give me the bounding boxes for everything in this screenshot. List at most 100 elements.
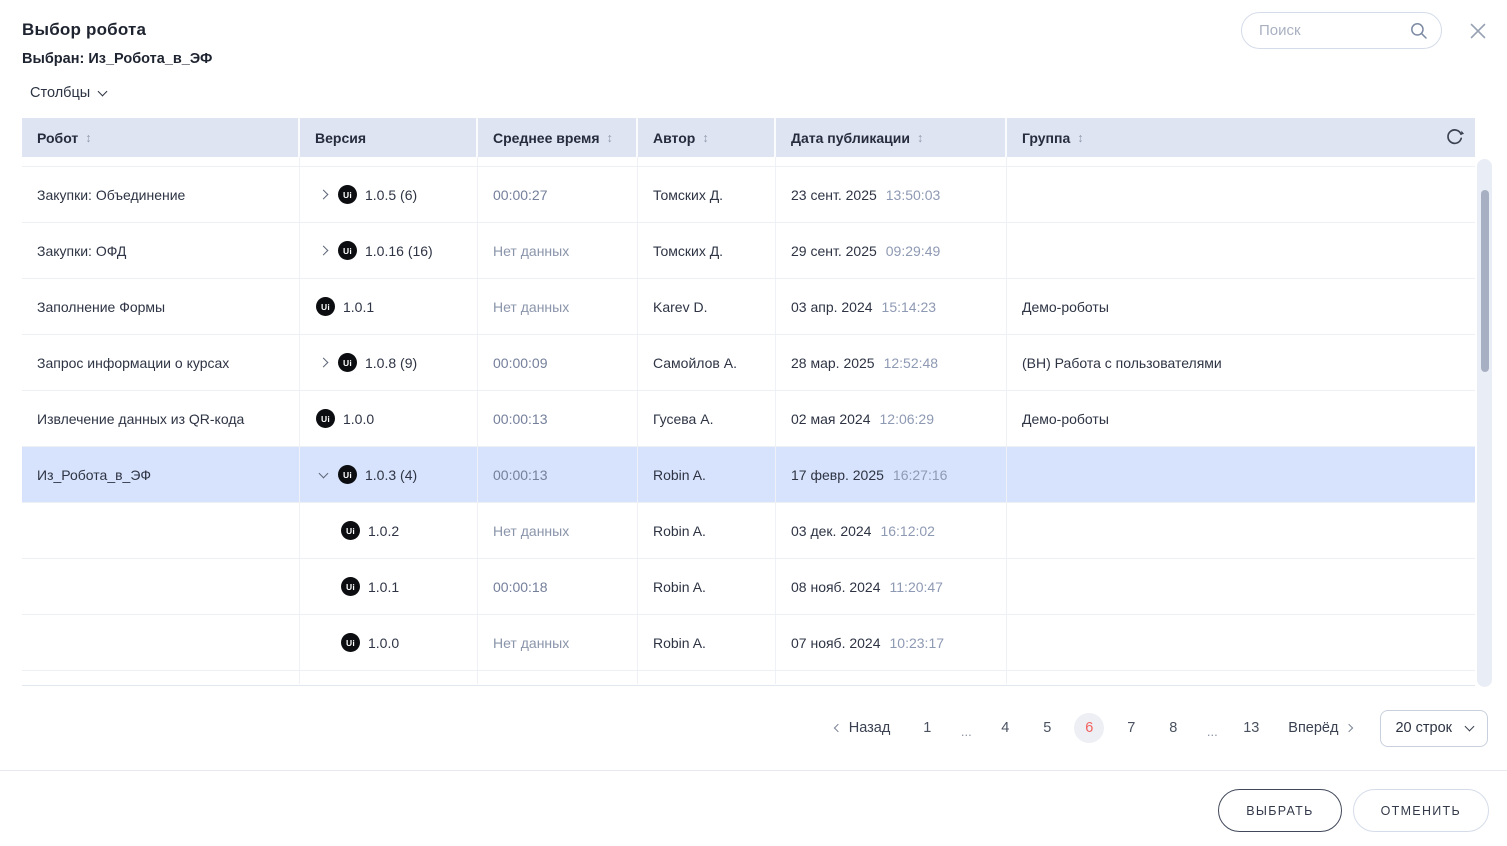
table-row-partial: [22, 671, 1475, 684]
robot-name-cell: Запрос информации о курсах: [22, 335, 300, 390]
columns-dropdown-button[interactable]: Столбцы: [30, 85, 106, 101]
group-cell: [1007, 167, 1475, 222]
sort-icon[interactable]: ↕: [917, 131, 923, 145]
search-field[interactable]: [1241, 12, 1442, 49]
publish-date-cell: 02 мая 2024 12:06:29: [776, 391, 1007, 446]
cancel-button[interactable]: ОТМЕНИТЬ: [1353, 789, 1489, 832]
page-button-5[interactable]: 5: [1032, 713, 1062, 743]
expand-chevron-icon[interactable]: [316, 473, 330, 477]
footer-divider: [0, 770, 1507, 771]
column-header-group[interactable]: Группа↕: [1007, 118, 1475, 157]
avg-time-value: 00:00:27: [493, 187, 548, 203]
close-dialog-button[interactable]: [1464, 17, 1492, 45]
group-cell: [1007, 447, 1475, 502]
group-value: Демо-роботы: [1022, 411, 1109, 427]
author-cell: Robin A.: [638, 559, 776, 614]
table-row[interactable]: Закупки: Объединение Ui 1.0.5 (6) 00:00:…: [22, 167, 1475, 223]
author-value: Robin A.: [653, 467, 706, 483]
author-value: Самойлов А.: [653, 355, 737, 371]
publish-time-value: 15:14:23: [882, 299, 937, 315]
selected-robot-label: Выбран: Из_Робота_в_ЭФ: [22, 51, 212, 67]
robot-name-cell: Закупки: ОФД: [22, 223, 300, 278]
author-cell: Томских Д.: [638, 223, 776, 278]
table-row[interactable]: Из_Робота_в_ЭФ Ui 1.0.3 (4) 00:00:13 Rob…: [22, 447, 1475, 503]
sort-icon[interactable]: ↕: [702, 131, 708, 145]
avg-time-cell: Нет данных: [478, 279, 638, 334]
publish-date-value: 23 сент. 2025: [791, 187, 877, 203]
expand-chevron-icon[interactable]: [316, 247, 330, 254]
publish-date-value: 29 сент. 2025: [791, 243, 877, 259]
column-header-publish-date[interactable]: Дата публикации↕: [776, 118, 1007, 157]
search-icon[interactable]: [1409, 21, 1429, 41]
page-button-4[interactable]: 4: [990, 713, 1020, 743]
avg-time-value: 00:00:13: [493, 411, 548, 427]
robot-version-icon: Ui: [338, 353, 357, 372]
page-button-13[interactable]: 13: [1236, 713, 1266, 743]
refresh-button[interactable]: [1444, 127, 1465, 148]
page-button-1[interactable]: 1: [912, 713, 942, 743]
page-button-7[interactable]: 7: [1116, 713, 1146, 743]
author-cell: Томских Д.: [638, 167, 776, 222]
publish-time-value: 16:27:16: [893, 467, 948, 483]
column-header-author[interactable]: Автор↕: [638, 118, 776, 157]
publish-time-value: 10:23:17: [890, 635, 945, 651]
avg-time-value: 00:00:09: [493, 355, 548, 371]
author-value: Robin A.: [653, 523, 706, 539]
sort-icon[interactable]: ↕: [85, 131, 91, 145]
expand-chevron-icon[interactable]: [316, 359, 330, 366]
page-button-6[interactable]: 6: [1074, 713, 1104, 743]
sort-icon[interactable]: ↕: [607, 131, 613, 145]
publish-date-value: 08 нояб. 2024: [791, 579, 881, 595]
footer-actions: ВЫБРАТЬ ОТМЕНИТЬ: [1218, 789, 1489, 832]
author-value: Гусева А.: [653, 411, 713, 427]
publish-date-cell: 29 сент. 2025 09:29:49: [776, 223, 1007, 278]
page-ellipsis: ...: [1200, 718, 1224, 739]
table-row[interactable]: Ui 1.0.0 Нет данных Robin A. 07 нояб. 20…: [22, 615, 1475, 671]
table-row[interactable]: Ui 1.0.1 00:00:18 Robin A. 08 нояб. 2024…: [22, 559, 1475, 615]
publish-date-value: 03 дек. 2024: [791, 523, 871, 539]
author-value: Томских Д.: [653, 243, 723, 259]
avg-time-value: Нет данных: [493, 243, 569, 259]
robot-version-icon: Ui: [338, 465, 357, 484]
search-input[interactable]: [1259, 22, 1409, 39]
table-row[interactable]: Извлечение данных из QR-кода Ui 1.0.0 00…: [22, 391, 1475, 447]
robot-version-icon: Ui: [316, 409, 335, 428]
robot-name-cell: Закупки: Объединение: [22, 167, 300, 222]
avg-time-cell: 00:00:18: [478, 559, 638, 614]
robots-table: Робот↕ Версия Среднее время↕ Автор↕ Дата…: [22, 118, 1475, 686]
page-size-select[interactable]: 20 строк: [1380, 710, 1488, 747]
publish-date-value: 02 мая 2024: [791, 411, 871, 427]
pagination-prev-button[interactable]: Назад: [835, 720, 891, 736]
version-cell: Ui 1.0.1: [300, 279, 478, 334]
close-icon: [1469, 22, 1487, 40]
publish-time-value: 12:06:29: [880, 411, 935, 427]
robot-name: Извлечение данных из QR-кода: [37, 411, 244, 427]
avg-time-value: 00:00:13: [493, 467, 548, 483]
group-cell: [1007, 223, 1475, 278]
pagination: Назад 1...45678...13 Вперёд 20 строк: [835, 710, 1488, 746]
table-row[interactable]: Ui 1.0.2 Нет данных Robin A. 03 дек. 202…: [22, 503, 1475, 559]
robot-version-icon: Ui: [338, 185, 357, 204]
select-button[interactable]: ВЫБРАТЬ: [1218, 789, 1341, 832]
robot-name: Заполнение Формы: [37, 299, 165, 315]
publish-date-cell: 23 сент. 2025 13:50:03: [776, 167, 1007, 222]
table-row[interactable]: Закупки: ОФД Ui 1.0.16 (16) Нет данных Т…: [22, 223, 1475, 279]
page-button-8[interactable]: 8: [1158, 713, 1188, 743]
table-scrollbar-thumb[interactable]: [1481, 190, 1489, 372]
expand-chevron-icon[interactable]: [316, 191, 330, 198]
chevron-down-icon: [98, 87, 108, 97]
publish-date-value: 07 нояб. 2024: [791, 635, 881, 651]
sort-icon[interactable]: ↕: [1077, 131, 1083, 145]
table-row[interactable]: Заполнение Формы Ui 1.0.1 Нет данных Kar…: [22, 279, 1475, 335]
chevron-left-icon: [833, 724, 841, 732]
table-row[interactable]: Запрос информации о курсах Ui 1.0.8 (9) …: [22, 335, 1475, 391]
author-value: Karev D.: [653, 299, 707, 315]
publish-date-cell: 03 апр. 2024 15:14:23: [776, 279, 1007, 334]
version-value: 1.0.2: [368, 523, 399, 539]
avg-time-cell: 00:00:09: [478, 335, 638, 390]
version-value: 1.0.8 (9): [365, 355, 417, 371]
column-header-robot[interactable]: Робот↕: [22, 118, 300, 157]
pagination-next-button[interactable]: Вперёд: [1288, 720, 1352, 736]
column-header-avg-time[interactable]: Среднее время↕: [478, 118, 638, 157]
page-number-list: 1...45678...13: [912, 713, 1266, 743]
